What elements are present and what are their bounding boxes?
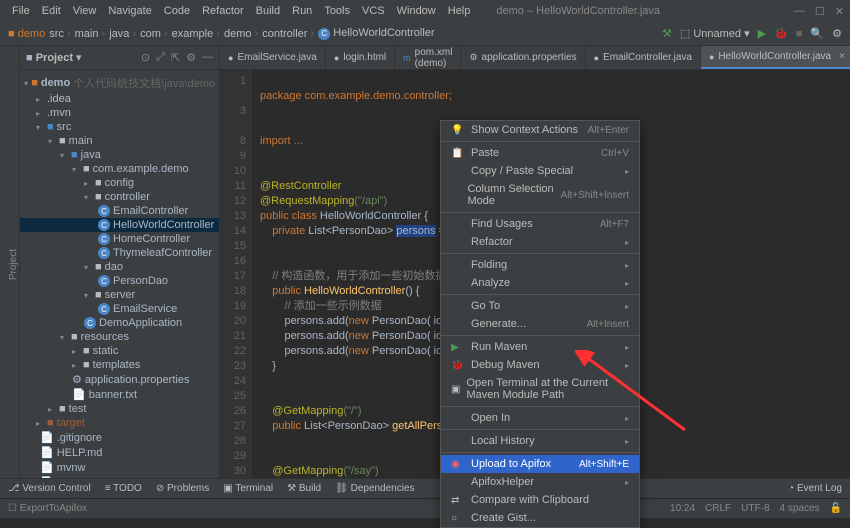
ctx-open-in[interactable]: Open In▸ [441, 409, 639, 427]
status-message: ☐ ExportToApifox [8, 503, 87, 514]
ctx-show-context-actions[interactable]: 💡Show Context ActionsAlt+Enter [441, 121, 639, 139]
project-tool-title: ■ Project ▾ [26, 51, 82, 64]
tab-pom[interactable]: mpom.xml (demo) [395, 46, 461, 69]
file-encoding[interactable]: UTF-8 [741, 503, 769, 514]
menu-view[interactable]: View [67, 5, 103, 17]
tool-event-log[interactable]: ◔ Event Log [788, 483, 842, 494]
close-icon[interactable]: ✕ [835, 5, 844, 18]
tool-version-control[interactable]: ⎇ Version Control [8, 483, 91, 494]
ctx-upload-apifox[interactable]: ◉Upload to ApifoxAlt+Shift+E [441, 455, 639, 473]
indent-setting[interactable]: 4 spaces [780, 503, 820, 514]
tree-selected-file[interactable]: C HelloWorldController [20, 218, 219, 232]
run-config-dropdown[interactable]: ⬚ Unnamed ▾ [680, 27, 750, 40]
line-separator[interactable]: CRLF [705, 503, 731, 514]
debug-icon[interactable]: 🐞 [774, 27, 788, 40]
readonly-toggle-icon[interactable]: 🔓 [830, 503, 842, 514]
maximize-icon[interactable]: ☐ [815, 5, 825, 18]
hide-icon[interactable]: ― [202, 51, 213, 64]
ctx-generate[interactable]: Generate...Alt+Insert [441, 315, 639, 333]
menu-help[interactable]: Help [442, 5, 477, 17]
menu-edit[interactable]: Edit [36, 5, 67, 17]
crumb-class[interactable]: C HelloWorldController [318, 27, 434, 40]
ctx-compare-clipboard[interactable]: ⇄Compare with Clipboard [441, 491, 639, 509]
menu-file[interactable]: File [6, 5, 36, 17]
tool-todo[interactable]: ≡ TODO [105, 483, 142, 494]
stop-icon[interactable]: ■ [796, 28, 803, 40]
tool-dependencies[interactable]: ⛓ Dependencies [335, 483, 414, 494]
ctx-paste[interactable]: 📋PasteCtrl+V [441, 144, 639, 162]
ctx-analyze[interactable]: Analyze▸ [441, 274, 639, 292]
ctx-open-terminal-maven[interactable]: ▣Open Terminal at the Current Maven Modu… [441, 374, 639, 404]
editor-tabs: ●EmailService.java ●login.html mpom.xml … [220, 46, 850, 70]
crumb-main[interactable]: main [75, 28, 106, 40]
menu-refactor[interactable]: Refactor [196, 5, 250, 17]
titlebar: File Edit View Navigate Code Refactor Bu… [0, 0, 850, 22]
bottom-tool-stripe: ⎇ Version Control ≡ TODO ⊘ Problems ▣ Te… [0, 478, 850, 498]
menu-build[interactable]: Build [250, 5, 286, 17]
ctx-refactor[interactable]: Refactor▸ [441, 233, 639, 251]
ctx-goto[interactable]: Go To▸ [441, 297, 639, 315]
tab-appprops[interactable]: ⚙application.properties [461, 46, 585, 69]
ctx-apifox-helper[interactable]: ApifoxHelper▸ [441, 473, 639, 491]
caret-position[interactable]: 10:24 [670, 503, 695, 514]
search-icon[interactable]: 🔍 [810, 27, 824, 40]
tab-emailcontroller[interactable]: ●EmailController.java [586, 46, 701, 69]
menu-vcs[interactable]: VCS [356, 5, 391, 17]
ctx-create-gist[interactable]: ○Create Gist... [441, 509, 639, 527]
project-tool-button[interactable]: Project [8, 249, 19, 280]
tool-build[interactable]: ⚒ Build [287, 483, 321, 494]
ctx-find-usages[interactable]: Find UsagesAlt+F7 [441, 215, 639, 233]
left-tool-stripe: Project Structure Bookmarks [0, 46, 20, 478]
ctx-local-history[interactable]: Local History▸ [441, 432, 639, 450]
menu-window[interactable]: Window [391, 5, 442, 17]
ctx-debug-maven[interactable]: 🐞Debug Maven▸ [441, 356, 639, 374]
close-tab-icon[interactable]: × [839, 51, 845, 62]
crumb-java[interactable]: java [109, 28, 136, 40]
editor-context-menu: 💡Show Context ActionsAlt+Enter 📋PasteCtr… [440, 120, 640, 528]
expand-all-icon[interactable]: ⤢ [156, 51, 165, 64]
navigation-bar: ■ demo src main java com example demo co… [0, 22, 850, 46]
tool-terminal[interactable]: ▣ Terminal [223, 483, 273, 494]
hammer-icon[interactable]: ⚒ [662, 27, 672, 40]
project-sidebar: ■ Project ▾ ⊙ ⤢ ⇱ ⚙ ― ▾■ demo 个人代码统技文档\j… [20, 46, 220, 478]
crumb-controller[interactable]: controller [262, 28, 314, 40]
tab-helloworld-active[interactable]: ●HelloWorldController.java× [701, 46, 850, 69]
crumb-demo[interactable]: demo [224, 28, 258, 40]
tab-login[interactable]: ●login.html [326, 46, 395, 69]
minimize-icon[interactable]: ― [794, 5, 805, 18]
menu-tools[interactable]: Tools [318, 5, 356, 17]
project-tree[interactable]: ▾■ demo 个人代码统技文档\java\demo ▸.idea ▸.mvn … [20, 70, 219, 478]
ctx-column-selection[interactable]: Column Selection ModeAlt+Shift+Insert [441, 180, 639, 210]
ctx-copy-paste-special[interactable]: Copy / Paste Special▸ [441, 162, 639, 180]
line-gutter: 1 3 891011121314151617181920212223242526… [220, 70, 252, 478]
tab-emailservice[interactable]: ●EmailService.java [220, 46, 326, 69]
menu-navigate[interactable]: Navigate [102, 5, 157, 17]
status-bar: ☐ ExportToApifox 10:24 CRLF UTF-8 4 spac… [0, 498, 850, 518]
menu-run[interactable]: Run [286, 5, 318, 17]
tool-problems[interactable]: ⊘ Problems [156, 483, 209, 494]
gear-icon[interactable]: ⚙ [832, 27, 842, 40]
crumb-example[interactable]: example [172, 28, 220, 40]
crumb-com[interactable]: com [140, 28, 168, 40]
ctx-folding[interactable]: Folding▸ [441, 256, 639, 274]
gear-icon[interactable]: ⚙ [186, 51, 196, 64]
run-icon[interactable]: ▶ [758, 27, 766, 40]
crumb-src[interactable]: src [49, 28, 70, 40]
collapse-icon[interactable]: ⇱ [171, 51, 180, 64]
menu-code[interactable]: Code [158, 5, 196, 17]
window-title: demo – HelloWorldController.java [496, 5, 660, 17]
select-opened-file-icon[interactable]: ⊙ [141, 51, 150, 64]
ctx-run-maven[interactable]: ▶Run Maven▸ [441, 338, 639, 356]
